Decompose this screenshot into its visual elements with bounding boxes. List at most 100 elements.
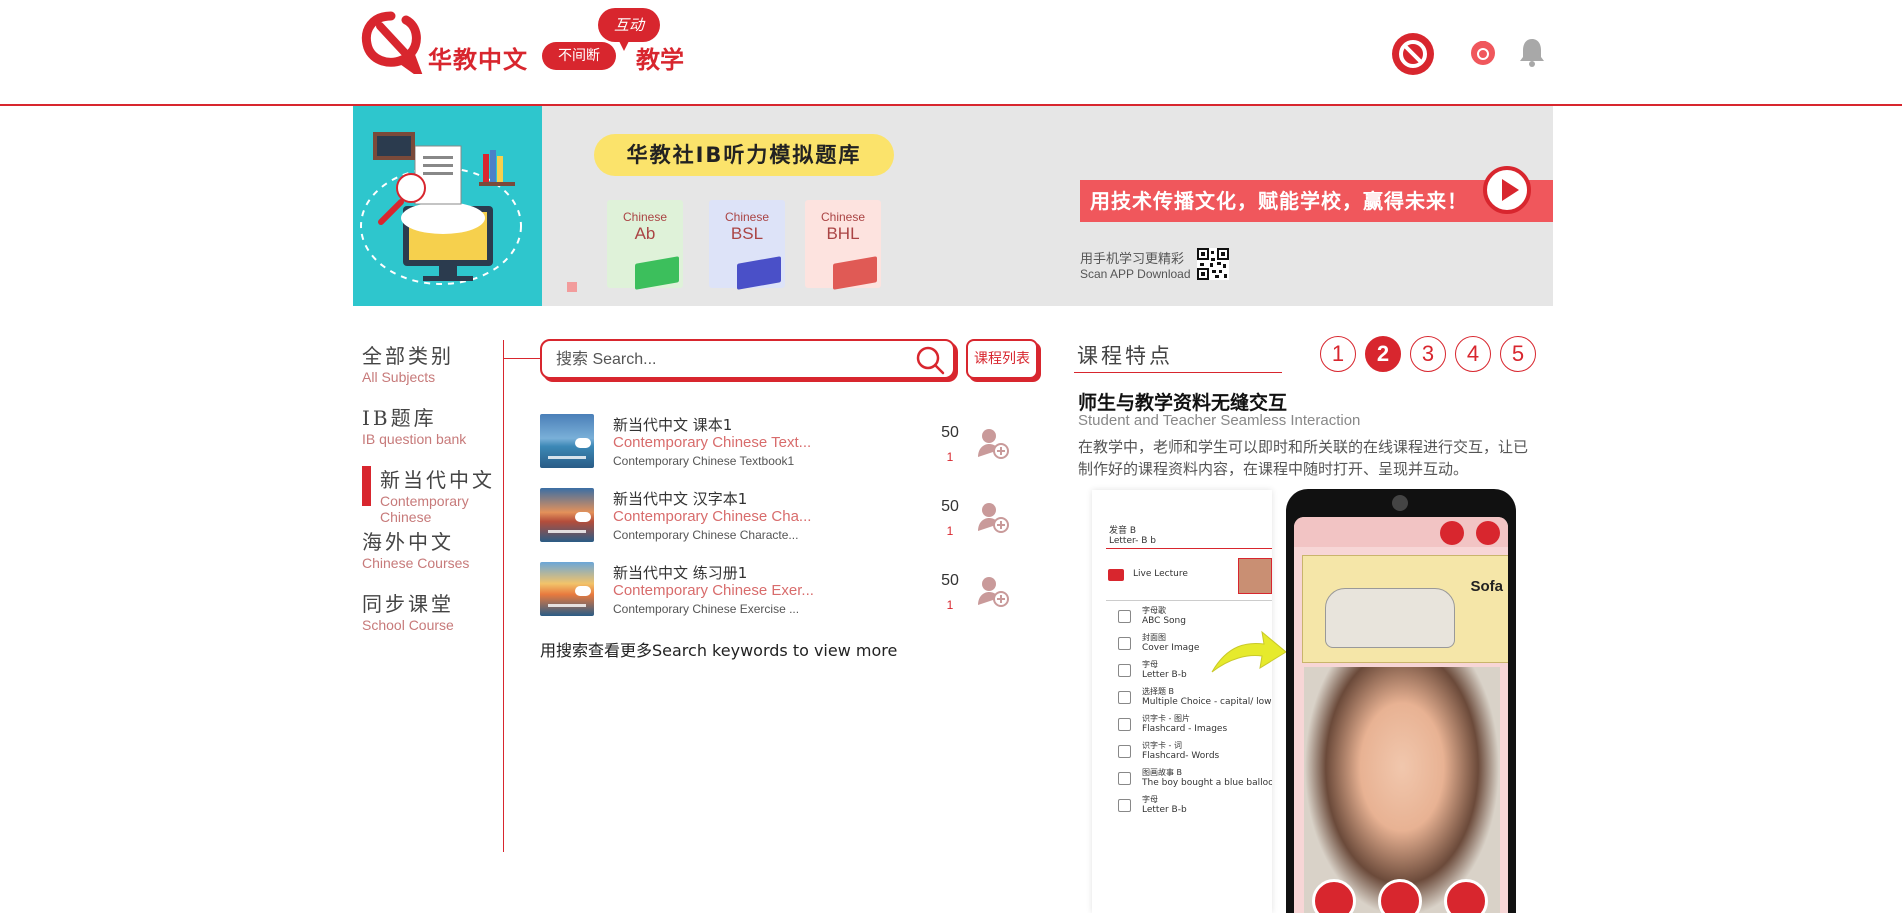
course-full-name: Contemporary Chinese Textbook1 [613, 454, 795, 468]
course-subtitle: Contemporary Chinese Cha... [613, 508, 812, 525]
feature-subheading: Student and Teacher Seamless Interaction [1078, 412, 1361, 429]
lesson-item-en: Cover Image [1142, 643, 1200, 653]
book-code: Ab [634, 224, 656, 243]
sidebar-item-ib-question-bank[interactable]: IB题库 IB question bank [362, 402, 502, 447]
banner-illustration [353, 106, 542, 306]
lesson-item-zh: 识字卡 - 图片 [1142, 714, 1190, 723]
edit-icon [1118, 691, 1131, 704]
sidebar-item-contemporary-chinese[interactable]: 新当代中文 Contemporary Chinese [362, 464, 502, 525]
lesson-item: 图画故事 B The boy bought a blue balloon. [1118, 768, 1272, 792]
phone-screen: Sofa [1294, 517, 1508, 913]
phone-camera [1392, 495, 1408, 511]
course-number: 1 [946, 598, 954, 612]
flashcard-word: Sofa [1470, 578, 1503, 595]
image-icon [1118, 664, 1131, 677]
lesson-item-en: Letter B-b [1142, 670, 1187, 680]
book-chinese-bhl[interactable]: Chinese BHL [805, 200, 881, 290]
course-full-name: Contemporary Chinese Exercise ... [613, 602, 800, 616]
add-user-icon[interactable] [976, 500, 1010, 534]
mockup-header-zh: 发音 B [1109, 526, 1137, 536]
top-header: 华教中文 不间断 互动 教学 [0, 0, 1902, 106]
sidebar-item-all-subjects[interactable]: 全部类别 All Subjects [362, 340, 502, 385]
sidebar-item-school-course[interactable]: 同步课堂 School Course [362, 588, 502, 633]
lesson-item-zh: 字母 [1142, 660, 1158, 669]
app-promo-zh: 用手机学习更精彩 [1080, 252, 1185, 267]
user-avatar-icon[interactable] [1391, 32, 1435, 76]
lesson-item-en: Multiple Choice - capital/ lower case [1142, 697, 1272, 707]
course-list-button[interactable]: 课程列表 [966, 339, 1038, 379]
course-subtitle: Contemporary Chinese Exer... [613, 582, 814, 599]
live-lecture-item: Live Lecture [1108, 558, 1272, 594]
search-icon[interactable] [915, 345, 945, 375]
banner-slogan: 用技术传播文化，赋能学校，赢得未来！ [1080, 180, 1553, 222]
qr-code-icon[interactable] [1197, 248, 1229, 280]
bell-icon[interactable] [1518, 36, 1546, 68]
image-icon [1118, 745, 1131, 758]
logo-mark-icon [361, 11, 423, 74]
course-title: 新当代中文 课本1 [613, 416, 733, 434]
teacher-avatar [1238, 558, 1272, 594]
image-icon [1118, 718, 1131, 731]
lesson-item-en: The boy bought a blue balloon. [1142, 778, 1272, 788]
lesson-item: 字母 Letter B-b [1118, 795, 1272, 819]
course-number: 1 [946, 450, 954, 464]
book-language: Chinese [622, 210, 668, 224]
category-sidebar: 全部类别 All Subjects IB题库 IB question bank … [362, 340, 504, 852]
search-more-hint: 用搜索查看更多Search keywords to view more [540, 641, 898, 660]
feature-page-3[interactable]: 3 [1410, 336, 1446, 372]
sidebar-item-chinese-courses[interactable]: 海外中文 Chinese Courses [362, 526, 502, 571]
search-box [540, 339, 955, 379]
course-thumbnail [540, 488, 594, 542]
sidebar-item-label-en: School Course [362, 617, 454, 633]
lesson-item: 识字卡 - 图片 Flashcard - Images [1118, 714, 1272, 738]
lesson-item-en: ABC Song [1142, 616, 1186, 626]
sidebar-item-label-zh: IB题库 [362, 406, 437, 430]
course-number: 1 [946, 524, 954, 538]
feature-page-5[interactable]: 5 [1500, 336, 1536, 372]
carousel-dot[interactable] [567, 282, 577, 292]
features-rule [1074, 372, 1282, 373]
lesson-list-mockup: 发音 B Letter- B b Live Lecture 字母歌 ABC Son… [1092, 490, 1272, 913]
promo-banner[interactable]: 华教社IB听力模拟题库 Chinese Ab Chinese BSL Chine… [353, 106, 1553, 306]
add-user-icon[interactable] [976, 426, 1010, 460]
course-title: 新当代中文 练习册1 [613, 564, 748, 582]
play-video-icon[interactable] [1483, 166, 1531, 214]
features-title: 课程特点 [1077, 344, 1173, 368]
lesson-item: 选择题 BMultiple Choice - capital/ lower ca… [1118, 687, 1272, 711]
brand-logo[interactable]: 华教中文 不间断 互动 教学 [358, 8, 698, 74]
course-thumbnail [540, 562, 594, 616]
lesson-item-en: Flashcard- Words [1142, 751, 1220, 761]
lesson-item-zh: 封面图 [1142, 633, 1166, 642]
yellow-arrow-icon [1211, 630, 1287, 673]
refresh-icon [1440, 521, 1464, 545]
search-input[interactable] [556, 347, 896, 373]
feature-page-4[interactable]: 4 [1455, 336, 1491, 372]
mockup-divider [1106, 600, 1272, 601]
lesson-item-zh: 图画故事 B [1142, 768, 1183, 777]
course-count: 50 [941, 572, 959, 589]
coin-bag-icon[interactable] [1469, 38, 1497, 66]
book-language: Chinese [724, 210, 770, 224]
logo-pill: 不间断 [542, 42, 616, 70]
active-indicator [362, 466, 371, 506]
course-row[interactable]: 新当代中文 练习册1 Contemporary Chinese Exer... … [540, 562, 1030, 618]
feature-page-2[interactable]: 2 [1365, 336, 1401, 372]
lesson-item-zh: 字母 [1142, 795, 1158, 804]
course-count: 50 [941, 498, 959, 515]
add-user-icon[interactable] [976, 574, 1010, 608]
lesson-item-en: Letter B-b [1142, 805, 1187, 815]
course-row[interactable]: 新当代中文 汉字本1 Contemporary Chinese Cha... C… [540, 488, 1030, 544]
feature-page-1[interactable]: 1 [1320, 336, 1356, 372]
sidebar-item-label-en: All Subjects [362, 369, 436, 385]
book-cover-icon [635, 256, 679, 290]
mockup-header: 发音 B Letter- B b [1109, 526, 1156, 546]
lesson-item: 识字卡 - 词 Flashcard- Words [1118, 741, 1272, 765]
feature-description: 在教学中，老师和学生可以即时和所关联的在线课程进行交互，让已制作好的课程资料内容… [1078, 438, 1529, 478]
book-chinese-ab[interactable]: Chinese Ab [607, 200, 683, 290]
book-language: Chinese [820, 210, 866, 224]
lesson-item-en: Flashcard - Images [1142, 724, 1228, 734]
course-row[interactable]: 新当代中文 课本1 Contemporary Chinese Text... C… [540, 414, 1030, 470]
book-code: BHL [826, 224, 860, 243]
lesson-item-zh: 选择题 B [1142, 687, 1175, 696]
book-chinese-bsl[interactable]: Chinese BSL [709, 200, 785, 290]
